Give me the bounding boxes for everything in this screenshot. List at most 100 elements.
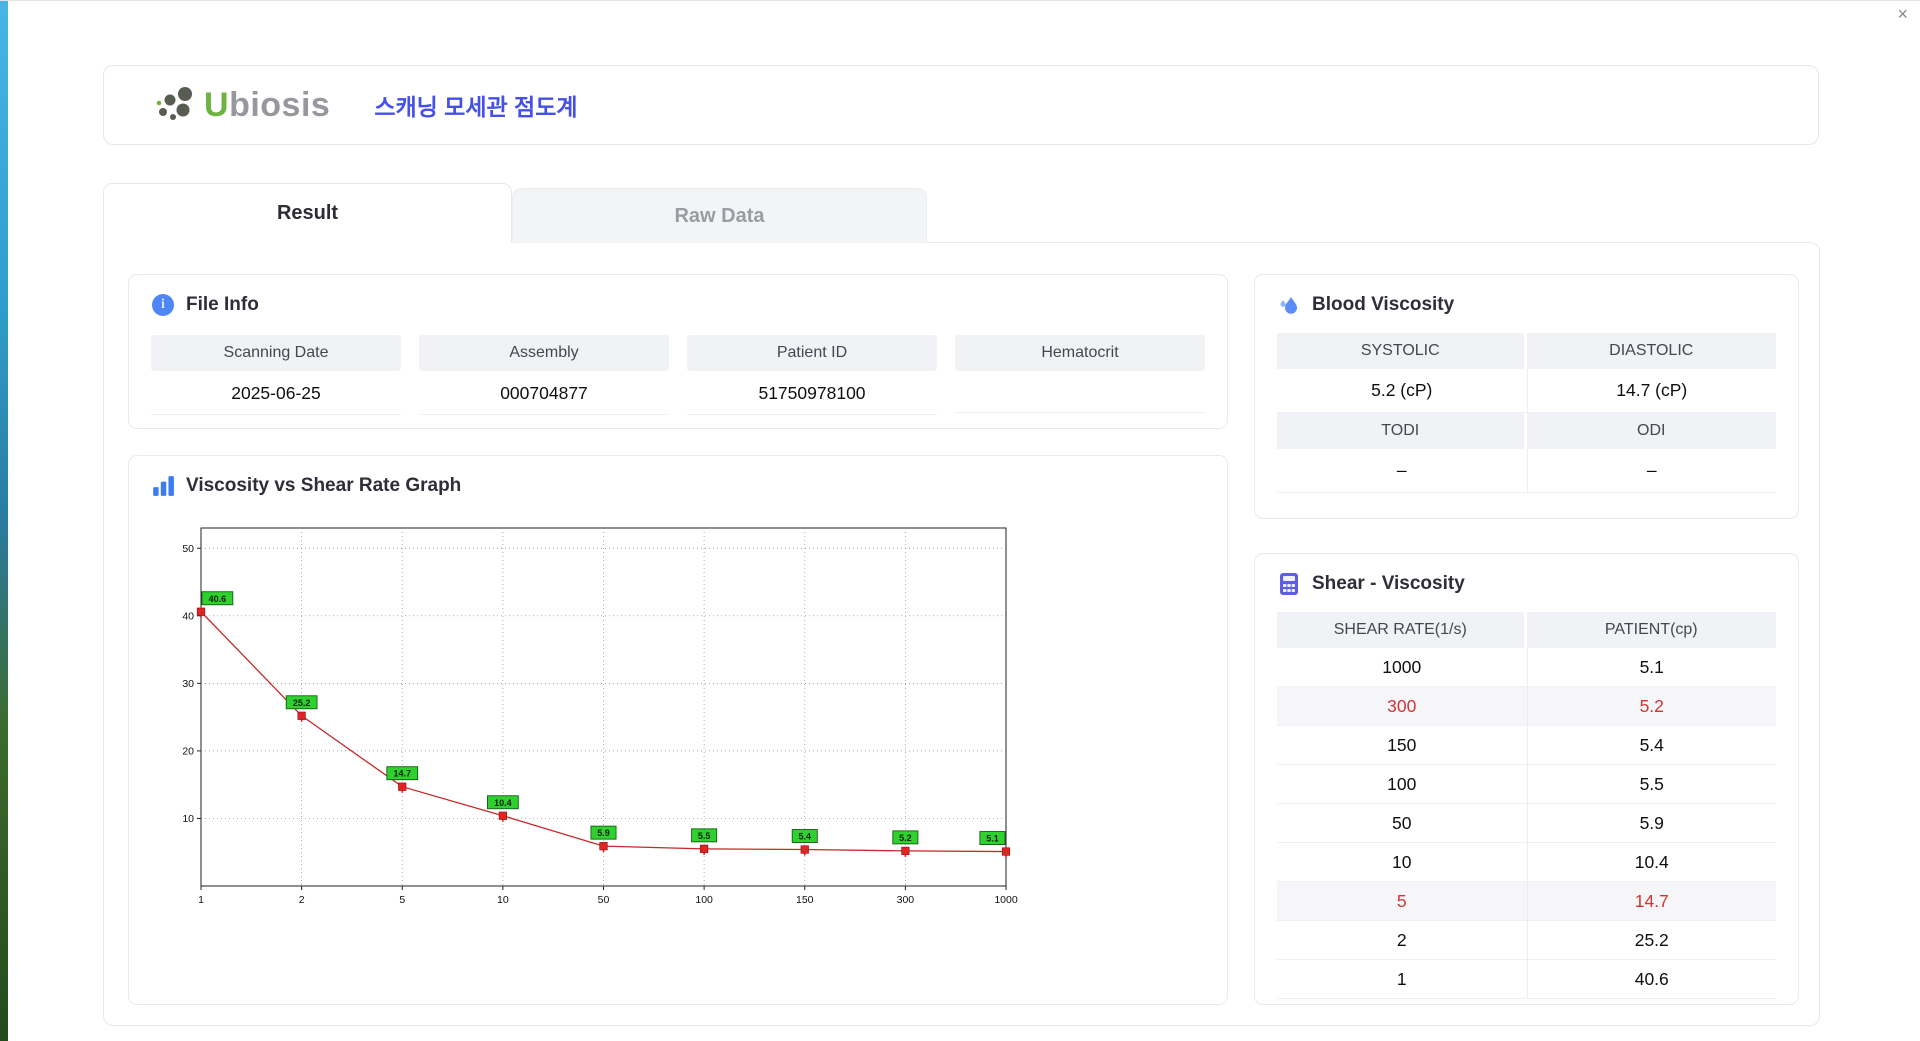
field-scanning-date: Scanning Date 2025-06-25 [151,335,401,415]
tab-bar: Result Raw Data [103,183,927,243]
shear-rate-cell: 1 [1277,960,1527,999]
odi-value: – [1526,449,1776,493]
shear-viscosity-card: Shear - Viscosity SHEAR RATE(1/s) PATIEN… [1254,553,1799,1005]
shear-table-row: 5 14.7 [1277,882,1776,921]
svg-text:30: 30 [182,678,194,690]
shear-table-row: 2 25.2 [1277,921,1776,960]
graph-title: Viscosity vs Shear Rate Graph [186,475,462,496]
viscosity-graph-card: Viscosity vs Shear Rate Graph 10 20 30 40 50… [128,455,1228,1005]
diastolic-value: 14.7 (cP) [1526,369,1776,413]
svg-text:40.6: 40.6 [209,594,227,604]
bar-chart-icon [153,476,174,496]
shear-table-row: 10 10.4 [1277,843,1776,882]
svg-text:10: 10 [497,894,509,906]
droplet-icon [1280,297,1297,314]
logo-text: Ubiosis [204,85,331,124]
svg-text:14.7: 14.7 [393,769,411,779]
shear-viscosity-title: Shear - Viscosity [1312,573,1465,594]
svg-text:2: 2 [299,894,305,906]
close-icon[interactable]: × [1897,5,1908,23]
shear-table-row: 150 5.4 [1277,726,1776,765]
page-title: 스캐닝 모세관 점도계 [374,94,578,120]
blood-viscosity-table: SYSTOLIC DIASTOLIC 5.2 (cP) 14.7 (cP) TO… [1277,333,1776,493]
systolic-value: 5.2 (cP) [1277,369,1527,413]
svg-text:10: 10 [182,813,194,825]
field-value: 000704877 [419,371,669,415]
logo-dots-icon [156,87,192,120]
svg-text:5: 5 [399,894,405,906]
blood-viscosity-title: Blood Viscosity [1312,294,1455,315]
shear-rate-cell: 1000 [1277,648,1527,687]
svg-text:50: 50 [598,894,610,906]
patient-cell: 25.2 [1526,921,1776,960]
patient-cell: 5.2 [1526,687,1776,726]
svg-text:1000: 1000 [994,894,1018,906]
shear-table-row: 50 5.9 [1277,804,1776,843]
svg-text:20: 20 [182,745,194,757]
file-info-card: i File Info Scanning Date 2025-06-25 Ass… [128,274,1228,429]
field-patient-id: Patient ID 51750978100 [687,335,937,415]
svg-text:100: 100 [695,894,713,906]
tab-raw-data[interactable]: Raw Data [512,188,927,243]
patient-cell: 10.4 [1526,843,1776,882]
patient-cell: 14.7 [1526,882,1776,921]
svg-text:25.2: 25.2 [293,698,311,708]
calculator-icon [1280,573,1298,595]
svg-text:5.5: 5.5 [698,831,711,841]
svg-text:10.4: 10.4 [494,798,512,808]
shear-rate-column-header: SHEAR RATE(1/s) [1277,612,1527,648]
viscosity-chart-svg: 10 20 30 40 50 1 2 5 10 50 100 150 300 1000 40.6 25.2 14… [182,527,1018,906]
main-panel: i File Info Scanning Date 2025-06-25 Ass… [103,242,1820,1026]
field-assembly: Assembly 000704877 [419,335,669,415]
todi-label: TODI [1277,413,1527,449]
shear-table-row: 100 5.5 [1277,765,1776,804]
svg-text:50: 50 [182,543,194,555]
file-info-title: File Info [186,294,259,315]
odi-label: ODI [1526,413,1776,449]
field-value: 51750978100 [687,371,937,415]
field-label: Scanning Date [151,335,401,371]
shear-rate-cell: 100 [1277,765,1527,804]
field-value [955,371,1205,413]
shear-table-row: 300 5.2 [1277,687,1776,726]
shear-viscosity-table: SHEAR RATE(1/s) PATIENT(cp) 1000 5.1 300… [1277,612,1776,999]
svg-text:5.4: 5.4 [798,832,811,842]
svg-text:5.1: 5.1 [986,834,999,844]
shear-rate-cell: 300 [1277,687,1527,726]
svg-text:1: 1 [198,894,204,906]
info-icon: i [151,293,175,317]
diastolic-label: DIASTOLIC [1526,333,1776,369]
shear-rate-cell: 50 [1277,804,1527,843]
shear-rate-cell: 5 [1277,882,1527,921]
field-hematocrit: Hematocrit [955,335,1205,415]
shear-rate-cell: 10 [1277,843,1527,882]
field-label: Hematocrit [955,335,1205,371]
patient-cell: 5.1 [1526,648,1776,687]
shear-rate-cell: 150 [1277,726,1527,765]
viscosity-chart: 10 20 30 40 50 1 2 5 10 50 100 150 300 1000 40.6 25.2 14… [165,512,1205,919]
patient-cell: 5.5 [1526,765,1776,804]
systolic-label: SYSTOLIC [1277,333,1527,369]
ubiosis-logo: Ubiosis [152,83,330,127]
svg-text:5.2: 5.2 [899,833,912,843]
shear-table-header: SHEAR RATE(1/s) PATIENT(cp) [1277,612,1776,648]
svg-text:40: 40 [182,610,194,622]
svg-text:5.9: 5.9 [597,828,610,838]
svg-text:300: 300 [897,894,915,906]
patient-cell: 5.9 [1526,804,1776,843]
shear-rate-cell: 2 [1277,921,1527,960]
todi-value: – [1277,449,1527,493]
field-label: Patient ID [687,335,937,371]
field-value: 2025-06-25 [151,371,401,415]
window-edge-strip [0,1,8,1041]
patient-column-header: PATIENT(cp) [1526,612,1776,648]
field-label: Assembly [419,335,669,371]
blood-viscosity-card: Blood Viscosity SYSTOLIC DIASTOLIC 5.2 (… [1254,274,1799,519]
shear-table-row: 1000 5.1 [1277,648,1776,687]
patient-cell: 5.4 [1526,726,1776,765]
tab-result[interactable]: Result [103,183,512,243]
shear-table-row: 1 40.6 [1277,960,1776,999]
patient-cell: 40.6 [1526,960,1776,999]
svg-text:150: 150 [796,894,814,906]
header: Ubiosis 스캐닝 모세관 점도계 [103,65,1819,145]
